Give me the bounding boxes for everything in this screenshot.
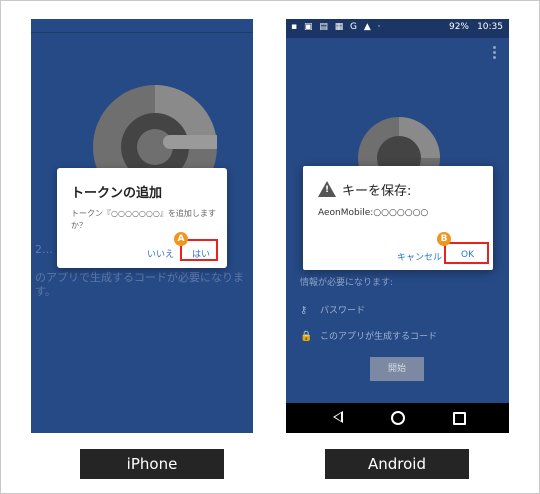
ok-button[interactable]: OK xyxy=(461,250,474,260)
clock: 10:35 xyxy=(477,22,503,32)
warning-icon xyxy=(318,181,336,197)
lock-icon: 🔒 xyxy=(300,331,313,342)
yes-button[interactable]: はい xyxy=(192,247,210,260)
status-bar: ▪ ▣ ▤ ▦ G ▲ · 92% 10:35 xyxy=(286,19,509,38)
add-token-dialog: トークンの追加 トークン『○○○○○○○』を追加しますか？ いいえ はい xyxy=(57,168,227,268)
dialog-title: トークンの追加 xyxy=(71,186,163,201)
info-hint: 情報が必要になります: xyxy=(300,278,394,288)
notification-icons: ▪ ▣ ▤ ▦ G ▲ · xyxy=(291,22,383,32)
start-button[interactable]: 開始 xyxy=(370,357,424,381)
dialog-message: トークン『○○○○○○○』を追加しますか？ xyxy=(71,209,216,230)
home-icon[interactable] xyxy=(391,411,405,425)
nav-divider xyxy=(31,32,253,33)
dialog-title: キーを保存: xyxy=(342,184,412,199)
navigation-bar xyxy=(286,403,509,433)
caption-android: Android xyxy=(325,449,469,479)
caption-iphone: iPhone xyxy=(80,449,224,479)
no-button[interactable]: いいえ xyxy=(147,247,174,260)
account-name: AeonMobile:○○○○○○○ xyxy=(318,208,429,218)
battery-level: 92% xyxy=(448,22,469,32)
marker-b: B xyxy=(437,232,451,246)
recents-icon[interactable] xyxy=(453,412,466,425)
key-icon: ⚷ xyxy=(300,305,308,316)
code-row: 🔒 このアプリが生成するコード xyxy=(300,331,438,342)
save-key-dialog: キーを保存: AeonMobile:○○○○○○○ キャンセル OK xyxy=(303,166,493,270)
back-icon[interactable] xyxy=(333,411,343,423)
cancel-button[interactable]: キャンセル xyxy=(397,250,442,263)
marker-a: A xyxy=(174,232,188,246)
password-row: ⚷ パスワード xyxy=(300,305,366,316)
overflow-menu-icon[interactable] xyxy=(493,46,496,61)
